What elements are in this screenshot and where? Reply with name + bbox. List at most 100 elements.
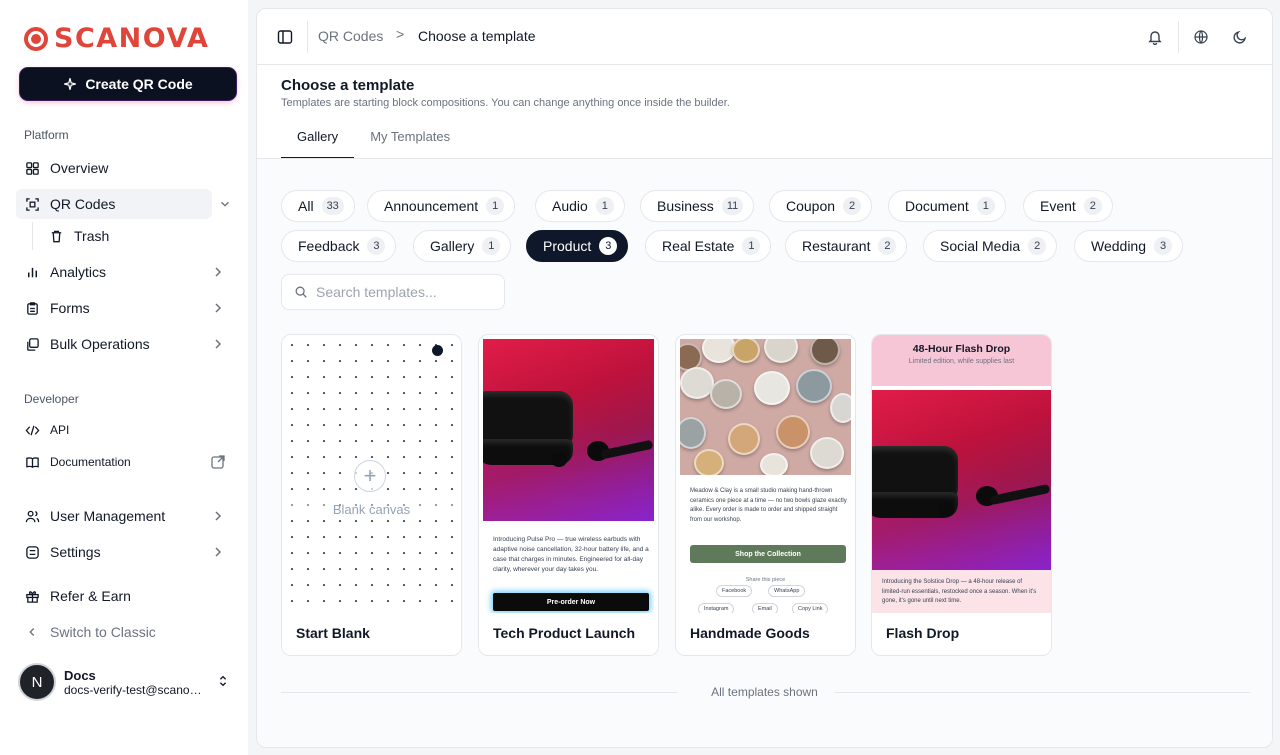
- category-chip-social-media[interactable]: Social Media 2: [923, 230, 1058, 262]
- page-header: Choose a template Templates are starting…: [281, 77, 730, 109]
- search-input[interactable]: [316, 284, 486, 300]
- chip-label: Feedback: [298, 238, 360, 254]
- tech-body-text: Introducing Pulse Pro — true wireless ea…: [493, 536, 649, 573]
- breadcrumb-link-qr-codes[interactable]: QR Codes: [318, 28, 383, 44]
- scanova-logo[interactable]: SCANOVA: [24, 24, 209, 54]
- chip-count: 1: [595, 197, 614, 215]
- sidebar-item-refer-earn[interactable]: Refer & Earn: [16, 581, 232, 611]
- category-chip-coupon[interactable]: Coupon 2: [769, 190, 873, 222]
- sidebar-item-bulk-operations[interactable]: Bulk Operations: [16, 329, 232, 359]
- category-chip-announcement[interactable]: Announcement 1: [367, 190, 516, 222]
- top-bar: QR Codes > Choose a template: [257, 9, 1272, 65]
- page-title: Choose a template: [281, 77, 415, 94]
- sidebar-item-overview[interactable]: Overview: [16, 153, 232, 183]
- create-qr-code-label: Create QR Code: [85, 76, 193, 92]
- main-panel: QR Codes > Choose a template Choose a te…: [256, 8, 1273, 748]
- chip-label: Product: [543, 238, 592, 254]
- chevron-left-icon: [24, 624, 40, 640]
- blank-canvas-label: Blank canvas: [282, 502, 461, 517]
- sidebar-item-label: Bulk Operations: [50, 336, 150, 352]
- logo-mark-icon: [24, 27, 48, 51]
- grid-icon: [24, 160, 40, 176]
- sidebar-toggle-icon[interactable]: [277, 29, 293, 45]
- chevrons-up-down-icon: [219, 675, 227, 687]
- category-chip-restaurant[interactable]: Restaurant 2: [785, 230, 908, 262]
- sidebar-item-switch-classic[interactable]: Switch to Classic: [16, 617, 232, 647]
- flash-body-text: Introducing the Solstice Drop — a 48-hou…: [882, 579, 1037, 604]
- users-icon: [24, 508, 40, 524]
- category-chip-event[interactable]: Event 2: [1023, 190, 1113, 222]
- category-chip-all[interactable]: All 33: [281, 190, 355, 222]
- category-chip-real-estate[interactable]: Real Estate 1: [645, 230, 772, 262]
- sidebar-item-api[interactable]: API: [16, 415, 232, 445]
- chip-label: Real Estate: [662, 238, 735, 254]
- chip-count: 1: [976, 197, 995, 215]
- gift-icon: [24, 588, 40, 604]
- tab-bar: Gallery My Templates: [281, 121, 466, 159]
- chip-count: 3: [1154, 237, 1173, 255]
- chip-label: Event: [1040, 198, 1076, 214]
- sidebar-item-label: Documentation: [50, 455, 131, 469]
- blank-preview: + Blank canvas: [282, 335, 461, 613]
- template-card-tech-product-launch[interactable]: Introducing Pulse Pro — true wireless ea…: [478, 334, 659, 656]
- category-chip-document[interactable]: Document 1: [888, 190, 1006, 222]
- category-chip-gallery[interactable]: Gallery 1: [413, 230, 512, 262]
- category-chip-product[interactable]: Product 3: [526, 230, 629, 262]
- template-card-handmade-goods[interactable]: Meadow & Clay is a small studio making h…: [675, 334, 856, 656]
- chip-label: Gallery: [430, 238, 475, 254]
- handmade-preview: Meadow & Clay is a small studio making h…: [680, 339, 851, 615]
- user-menu[interactable]: N Docs docs-verify-test@scanova.io: [18, 660, 234, 704]
- tree-line: [32, 222, 33, 250]
- chevron-right-icon: [215, 303, 222, 313]
- dot-grid: + Blank canvas: [282, 335, 461, 613]
- category-chip-audio[interactable]: Audio 1: [535, 190, 625, 222]
- search-box: [281, 274, 505, 310]
- category-chip-feedback[interactable]: Feedback 3: [281, 230, 397, 262]
- translate-icon[interactable]: [1193, 29, 1209, 45]
- pre-order-button: Pre-order Now: [493, 593, 649, 611]
- qr-scan-icon: [24, 196, 40, 212]
- create-qr-code-button[interactable]: Create QR Code: [20, 68, 236, 100]
- chevron-right-icon: [215, 511, 222, 521]
- sidebar-item-analytics[interactable]: Analytics: [16, 257, 232, 287]
- sidebar-item-trash[interactable]: Trash: [40, 221, 230, 251]
- chip-count: 3: [367, 237, 386, 255]
- tab-gallery[interactable]: Gallery: [281, 121, 355, 159]
- flash-preview: 48-Hour Flash Drop Limited edition, whil…: [872, 335, 1051, 615]
- chip-label: All: [298, 198, 314, 214]
- stack-icon: [24, 336, 40, 352]
- tab-my-templates[interactable]: My Templates: [354, 121, 466, 159]
- template-gallery: All 33 Announcement 1 Audio 1 Business 11 Co…: [257, 159, 1272, 747]
- bell-icon[interactable]: [1147, 29, 1163, 45]
- chevron-right-icon: [215, 267, 222, 277]
- category-chip-business[interactable]: Business 11: [640, 190, 755, 222]
- user-name: Docs: [64, 667, 96, 683]
- chip-count: 2: [1028, 237, 1047, 255]
- sidebar-item-label: Forms: [50, 300, 90, 316]
- moon-icon[interactable]: [1232, 29, 1248, 45]
- template-card-start-blank[interactable]: + Blank canvas Start Blank: [281, 334, 462, 656]
- divider: [1178, 21, 1179, 53]
- sidebar-item-label: Switch to Classic: [50, 624, 156, 640]
- platform-section-label: Platform: [24, 128, 69, 142]
- template-card-title: Tech Product Launch: [479, 613, 658, 655]
- sidebar-item-settings[interactable]: Settings: [16, 537, 232, 567]
- flash-subtitle: Limited edition, while supplies last: [908, 358, 1015, 365]
- category-chip-wedding[interactable]: Wedding 3: [1074, 230, 1184, 262]
- logo-text: SCANOVA: [54, 23, 210, 54]
- sidebar: SCANOVA Create QR Code Platform Overview…: [0, 0, 248, 755]
- chip-label: Audio: [552, 198, 588, 214]
- sidebar-item-forms[interactable]: Forms: [16, 293, 232, 323]
- template-card-flash-drop[interactable]: 48-Hour Flash Drop Limited edition, whil…: [871, 334, 1052, 656]
- sidebar-item-qr-codes[interactable]: QR Codes: [16, 189, 212, 219]
- chip-label: Coupon: [786, 198, 836, 214]
- chip-count: 2: [878, 237, 897, 255]
- blank-marker-dot: [432, 345, 443, 356]
- chip-label: Social Media: [940, 238, 1021, 254]
- sidebar-item-documentation[interactable]: Documentation: [16, 447, 232, 477]
- chevron-down-icon[interactable]: [218, 197, 232, 211]
- chip-count: 1: [742, 237, 761, 255]
- sidebar-item-label: Trash: [74, 228, 110, 244]
- sidebar-item-user-management[interactable]: User Management: [16, 501, 232, 531]
- bar-chart-icon: [24, 264, 40, 280]
